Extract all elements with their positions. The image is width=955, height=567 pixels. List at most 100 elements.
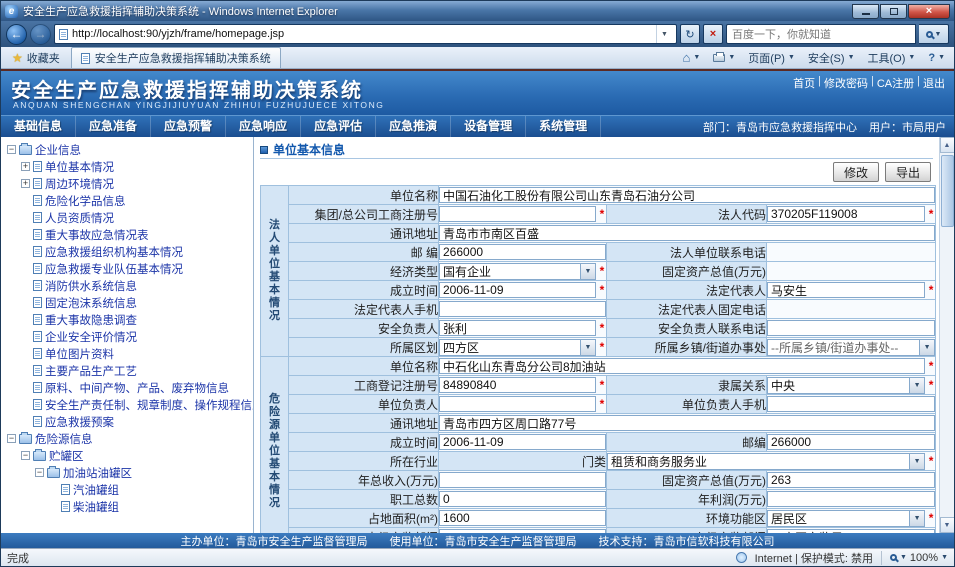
collapse-icon[interactable]: − bbox=[7, 145, 16, 154]
form-input[interactable] bbox=[767, 434, 935, 450]
form-input[interactable] bbox=[439, 282, 596, 298]
tree-item[interactable]: − 企业信息 bbox=[4, 141, 253, 158]
form-input[interactable] bbox=[439, 434, 606, 450]
form-select[interactable]: 中央▼ bbox=[767, 377, 925, 394]
tree-item[interactable]: 柴油罐组 bbox=[4, 498, 253, 515]
tree-item[interactable]: 人员资质情况 bbox=[4, 209, 253, 226]
form-input[interactable] bbox=[439, 415, 935, 431]
tree-item-label[interactable]: 应急救援专业队伍基本情况 bbox=[45, 261, 183, 277]
form-input[interactable] bbox=[439, 377, 596, 393]
chevron-down-icon[interactable]: ▼ bbox=[919, 340, 934, 355]
form-input[interactable] bbox=[439, 187, 935, 203]
menu-tools[interactable]: 工具(O) ▼ bbox=[863, 48, 921, 68]
tree-item-label[interactable]: 危险源信息 bbox=[35, 431, 93, 447]
back-button[interactable]: ← bbox=[6, 24, 27, 45]
tree-item[interactable]: 主要产品生产工艺 bbox=[4, 362, 253, 379]
nav-item-6[interactable]: 应急推演 bbox=[376, 116, 451, 138]
tree-item[interactable]: 企业安全评价情况 bbox=[4, 328, 253, 345]
nav-item-2[interactable]: 应急准备 bbox=[76, 116, 151, 138]
tree-item[interactable]: − 贮罐区 bbox=[4, 447, 253, 464]
menu-safety[interactable]: 安全(S) ▼ bbox=[803, 48, 860, 68]
chevron-down-icon[interactable]: ▼ bbox=[580, 264, 595, 279]
tree-item-label[interactable]: 企业安全评价情况 bbox=[45, 329, 137, 345]
chevron-down-icon[interactable]: ▼ bbox=[909, 511, 924, 526]
browser-tab[interactable]: 安全生产应急救援指挥辅助决策系统 bbox=[71, 47, 281, 68]
tree-item-label[interactable]: 应急救援组织机构基本情况 bbox=[45, 244, 183, 260]
expand-icon[interactable]: + bbox=[21, 162, 30, 171]
form-input[interactable] bbox=[439, 301, 606, 317]
export-button[interactable]: 导出 bbox=[885, 162, 931, 182]
form-input[interactable] bbox=[767, 282, 925, 298]
collapse-icon[interactable]: − bbox=[21, 451, 30, 460]
stop-button[interactable]: × bbox=[703, 24, 723, 44]
nav-item-5[interactable]: 应急评估 bbox=[301, 116, 376, 138]
address-dropdown-icon[interactable]: ▼ bbox=[656, 25, 672, 43]
tree-item[interactable]: 固定泡沫系统信息 bbox=[4, 294, 253, 311]
tree-item-label[interactable]: 周边环境情况 bbox=[45, 176, 114, 192]
favorites-button[interactable]: ★ 收藏夹 bbox=[5, 48, 67, 68]
scroll-up-icon[interactable]: ▲ bbox=[940, 137, 955, 153]
refresh-button[interactable]: ↻ bbox=[680, 24, 700, 44]
tree-item[interactable]: −加油站油罐区 bbox=[4, 464, 253, 481]
nav-item-4[interactable]: 应急响应 bbox=[226, 116, 301, 138]
forward-button[interactable]: → bbox=[30, 24, 51, 45]
tree-item[interactable]: 危险化学品信息 bbox=[4, 192, 253, 209]
url-input[interactable] bbox=[72, 28, 652, 40]
chevron-down-icon[interactable]: ▼ bbox=[580, 340, 595, 355]
header-link-2[interactable]: 修改密码 bbox=[823, 75, 869, 91]
menu-page[interactable]: 页面(P) ▼ bbox=[743, 48, 800, 68]
form-input[interactable] bbox=[439, 206, 596, 222]
tree-item[interactable]: 安全生产责任制、规章制度、操作规程信息 bbox=[4, 396, 253, 413]
tree-item-label[interactable]: 贮罐区 bbox=[49, 448, 84, 464]
tree-item[interactable]: 应急救援专业队伍基本情况 bbox=[4, 260, 253, 277]
form-input[interactable] bbox=[767, 491, 935, 507]
scroll-down-icon[interactable]: ▼ bbox=[940, 517, 955, 533]
form-select[interactable]: 租赁和商务服务业▼ bbox=[607, 453, 925, 470]
form-input[interactable] bbox=[767, 320, 935, 336]
header-link-1[interactable]: 首页 bbox=[792, 75, 816, 91]
collapse-icon[interactable]: − bbox=[7, 434, 16, 443]
form-select[interactable]: 国有企业▼ bbox=[439, 263, 596, 280]
tree-item[interactable]: + 周边环境情况 bbox=[4, 175, 253, 192]
tree-item-label[interactable]: 加油站油罐区 bbox=[63, 465, 132, 481]
header-link-4[interactable]: 退出 bbox=[922, 75, 946, 91]
tree-item-label[interactable]: 危险化学品信息 bbox=[45, 193, 126, 209]
home-button[interactable]: ⌂ ▼ bbox=[678, 48, 706, 68]
tree-item-label[interactable]: 重大事故应急情况表 bbox=[45, 227, 149, 243]
tree-item[interactable]: 应急救援预案 bbox=[4, 413, 253, 430]
tree-item[interactable]: 应急救援组织机构基本情况 bbox=[4, 243, 253, 260]
modify-button[interactable]: 修改 bbox=[833, 162, 879, 182]
form-input[interactable] bbox=[767, 472, 935, 488]
tree-item-label[interactable]: 单位基本情况 bbox=[45, 159, 114, 175]
form-input[interactable] bbox=[439, 491, 606, 507]
print-button[interactable]: ▼ bbox=[708, 48, 740, 68]
chevron-down-icon[interactable]: ▼ bbox=[909, 378, 924, 393]
address-field[interactable]: ▼ bbox=[54, 24, 677, 44]
tree-item[interactable]: 重大事故隐患调查 bbox=[4, 311, 253, 328]
search-button[interactable]: ▼ bbox=[919, 24, 949, 44]
tree-item-label[interactable]: 原料、中间产物、产品、废弃物信息 bbox=[45, 380, 229, 396]
chevron-down-icon[interactable]: ▼ bbox=[909, 454, 924, 469]
tree-item-label[interactable]: 消防供水系统信息 bbox=[45, 278, 137, 294]
tree-item-label[interactable]: 应急救援预案 bbox=[45, 414, 114, 430]
nav-item-3[interactable]: 应急预警 bbox=[151, 116, 226, 138]
tree-item-label[interactable]: 主要产品生产工艺 bbox=[45, 363, 137, 379]
tree-item-label[interactable]: 企业信息 bbox=[35, 142, 81, 158]
tree-item-label[interactable]: 重大事故隐患调查 bbox=[45, 312, 137, 328]
form-input[interactable] bbox=[439, 510, 606, 526]
form-input[interactable] bbox=[767, 206, 925, 222]
tree-item[interactable]: 单位图片资料 bbox=[4, 345, 253, 362]
scrollbar-thumb[interactable] bbox=[941, 155, 954, 227]
tree-item-label[interactable]: 固定泡沫系统信息 bbox=[45, 295, 137, 311]
tree-item[interactable]: 重大事故应急情况表 bbox=[4, 226, 253, 243]
form-select[interactable]: 四方区▼ bbox=[439, 339, 596, 356]
form-select[interactable]: 居民区▼ bbox=[767, 510, 925, 527]
tree-item[interactable]: 汽油罐组 bbox=[4, 481, 253, 498]
expand-icon[interactable]: + bbox=[21, 179, 30, 188]
header-link-3[interactable]: CA注册 bbox=[876, 75, 915, 91]
tree-item[interactable]: + 单位基本情况 bbox=[4, 158, 253, 175]
tree-item-label[interactable]: 柴油罐组 bbox=[73, 499, 119, 515]
tree-item-label[interactable]: 单位图片资料 bbox=[45, 346, 114, 362]
nav-item-8[interactable]: 系统管理 bbox=[526, 116, 601, 138]
minimize-button[interactable] bbox=[852, 4, 879, 19]
